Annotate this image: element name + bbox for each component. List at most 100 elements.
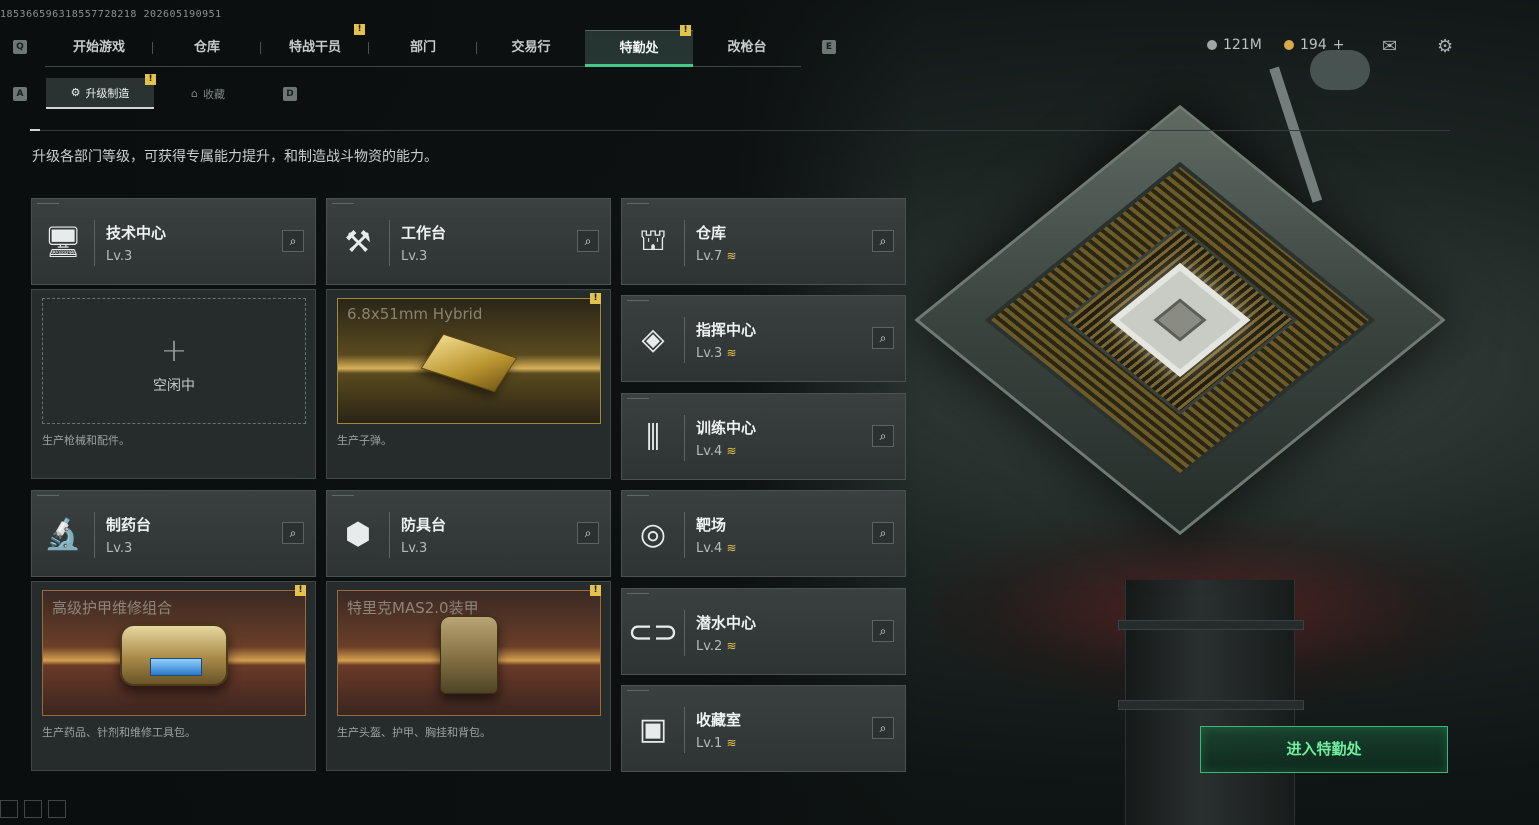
crafting-item[interactable]: 6.8x51mm Hybrid <box>337 298 601 424</box>
key-hint-a: A <box>13 87 27 101</box>
facility-level: Lv.3 <box>401 248 428 264</box>
magnifier-icon[interactable]: ⌕ <box>872 620 894 642</box>
item-name: 特里克MAS2.0装甲 <box>347 599 479 617</box>
magnifier-icon[interactable]: ⌕ <box>872 717 894 739</box>
facility-card-command-center[interactable]: ◈ 指挥中心 Lv.3 ≋ ⌕ <box>621 295 906 382</box>
magnifier-icon[interactable]: ⌕ <box>577 230 599 252</box>
production-slot-workbench[interactable]: 6.8x51mm Hybrid ! 生产子弹。 <box>326 289 611 479</box>
tab-trading[interactable]: 交易行 <box>477 30 585 67</box>
facility-card-workbench[interactable]: ⚒ 工作台 Lv.3 ⌕ <box>326 198 611 285</box>
facility-name: 技术中心 <box>106 223 167 242</box>
production-slot-tech-center[interactable]: + 空闲中 生产枪械和配件。 <box>31 289 316 479</box>
facility-level: Lv.2 <box>696 638 723 654</box>
envelope-icon[interactable]: ✉ <box>1382 36 1397 57</box>
alert-badge: ! <box>680 25 691 36</box>
subtab-upgrade-craft[interactable]: ⚙ 升级制造 ! <box>46 74 156 109</box>
divider <box>30 129 1450 131</box>
facility-name: 指挥中心 <box>696 320 757 339</box>
facility-level: Lv.1 <box>696 735 723 751</box>
target-icon: ◎ <box>639 517 667 552</box>
silver-currency: 121M <box>1207 37 1262 53</box>
plus-icon: + <box>160 331 188 369</box>
upgrade-icon: ≋ <box>726 443 737 458</box>
alert-badge: ! <box>590 585 601 596</box>
upgrade-icon: ≋ <box>726 735 737 750</box>
key-hint-e: E <box>822 40 836 54</box>
facility-name: 防具台 <box>401 515 447 534</box>
gear-icon[interactable]: ⚙ <box>1437 36 1453 57</box>
gold-currency[interactable]: 194 + <box>1284 37 1344 53</box>
craft-icon: ⚙ <box>70 86 81 99</box>
facility-card-warehouse[interactable]: ⛫ 仓库 Lv.7 ≋ ⌕ <box>621 198 906 285</box>
hud-slot <box>0 800 18 818</box>
upgrade-icon: ≋ <box>726 248 737 263</box>
key-hint-d: D <box>283 87 297 101</box>
upgrade-icon: ≋ <box>726 540 737 555</box>
facility-card-pharmacy[interactable]: 🔬 制药台 Lv.3 ⌕ <box>31 490 316 577</box>
hud-slot <box>48 800 66 818</box>
facility-card-tech-center[interactable]: 🖥 技术中心 Lv.3 ⌕ <box>31 198 316 285</box>
magnifier-icon[interactable]: ⌕ <box>577 522 599 544</box>
magnifier-icon[interactable]: ⌕ <box>872 230 894 252</box>
production-slot-pharmacy[interactable]: 高级护甲维修组合 ! 生产药品、针剂和维修工具包。 <box>31 581 316 771</box>
facility-name: 工作台 <box>401 223 447 242</box>
key-hint-q: Q <box>13 40 27 54</box>
facility-card-shooting-range[interactable]: ◎ 靶场 Lv.4 ≋ ⌕ <box>621 490 906 577</box>
facility-name: 收藏室 <box>696 710 742 729</box>
sub-tabs: ⚙ 升级制造 ! ⌂ 收藏 <box>46 74 262 109</box>
vault-icon: ⛫ <box>639 223 667 258</box>
production-slot-armor-bench[interactable]: 特里克MAS2.0装甲 ! 生产头盔、护甲、胸挂和背包。 <box>326 581 611 771</box>
facility-card-collection-room[interactable]: ▣ 收藏室 Lv.1 ≋ ⌕ <box>621 685 906 772</box>
facility-card-diving-center[interactable]: ⊂⊃ 潜水中心 Lv.2 ≋ ⌕ <box>621 588 906 675</box>
tab-departments[interactable]: 部门 <box>369 30 477 67</box>
crafting-item[interactable]: 特里克MAS2.0装甲 <box>337 590 601 716</box>
facility-level: Lv.3 <box>696 345 723 361</box>
hud-slot <box>24 800 42 818</box>
magnifier-icon[interactable]: ⌕ <box>872 327 894 349</box>
cube-pillar <box>1118 580 1304 825</box>
item-name: 6.8x51mm Hybrid <box>347 305 483 323</box>
bottom-hud <box>0 800 66 818</box>
facility-card-training-center[interactable]: ⫼ 训练中心 Lv.4 ≋ ⌕ <box>621 393 906 480</box>
crafting-item[interactable]: 高级护甲维修组合 <box>42 590 306 716</box>
alert-badge: ! <box>590 293 601 304</box>
main-tabs: 开始游戏 仓库 特战干员 ! 部门 交易行 特勤处 ! 改枪台 <box>45 24 801 67</box>
facility-name: 仓库 <box>696 223 727 242</box>
add-gold-button[interactable]: + <box>1333 37 1345 53</box>
chip-icon: ◈ <box>641 322 665 357</box>
tab-warehouse[interactable]: 仓库 <box>153 30 261 67</box>
session-id: 18536659631855772821​8 202605190951 <box>0 9 222 20</box>
magnifier-icon[interactable]: ⌕ <box>872 425 894 447</box>
production-desc: 生产子弹。 <box>337 434 392 447</box>
enter-special-ops-button[interactable]: 进入特勤处 <box>1200 726 1448 773</box>
production-desc: 生产头盔、护甲、胸挂和背包。 <box>337 726 491 739</box>
facility-card-armor-bench[interactable]: ⬢ 防具台 Lv.3 ⌕ <box>326 490 611 577</box>
silver-coin-icon <box>1207 40 1217 50</box>
alert-badge: ! <box>295 585 306 596</box>
facility-name: 制药台 <box>106 515 152 534</box>
facility-level: Lv.3 <box>106 540 133 556</box>
tab-gunsmith[interactable]: 改枪台 <box>693 30 801 67</box>
idle-slot[interactable]: + 空闲中 <box>42 298 306 424</box>
intro-text: 升级各部门等级，可获得专属能力提升，和制造战斗物资的能力。 <box>32 149 438 165</box>
magnifier-icon[interactable]: ⌕ <box>872 522 894 544</box>
tab-start-game[interactable]: 开始游戏 <box>45 30 153 67</box>
robot-arm-head <box>1310 50 1370 90</box>
tab-operators[interactable]: 特战干员 ! <box>261 24 369 67</box>
facility-level: Lv.3 <box>106 248 133 264</box>
hammer-wrench-icon: ⚒ <box>344 225 372 260</box>
facility-level: Lv.4 <box>696 540 723 556</box>
subtab-collection[interactable]: ⌂ 收藏 <box>154 78 262 109</box>
microscope-icon: 🔬 <box>44 517 82 552</box>
magnifier-icon[interactable]: ⌕ <box>282 230 304 252</box>
repair-kit-image <box>120 624 228 687</box>
upgrade-icon: ≋ <box>726 345 737 360</box>
facility-name: 潜水中心 <box>696 613 757 632</box>
facility-level: Lv.3 <box>401 540 428 556</box>
monitor-icon: 🖥 <box>43 225 83 260</box>
facility-name: 训练中心 <box>696 418 757 437</box>
upgrade-icon: ≋ <box>726 638 737 653</box>
tab-special-ops[interactable]: 特勤处 ! <box>585 25 693 67</box>
collection-icon: ⌂ <box>191 87 198 100</box>
magnifier-icon[interactable]: ⌕ <box>282 522 304 544</box>
